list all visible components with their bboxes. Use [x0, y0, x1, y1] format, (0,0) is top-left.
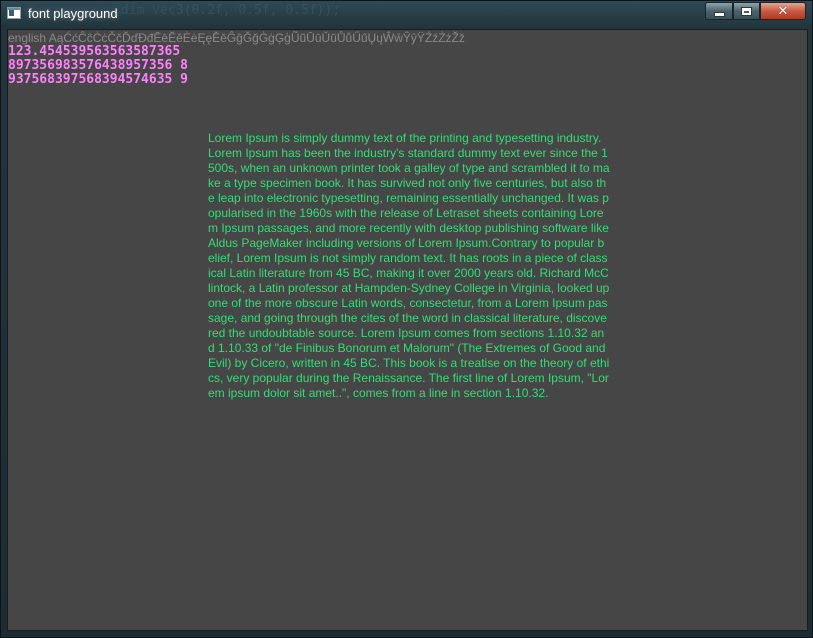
window-title: font playground: [28, 6, 118, 21]
maximize-icon: [741, 6, 752, 16]
background-code-text: dim vec3(0.2f, 0.5f, 0.5f));: [121, 3, 341, 18]
close-icon: ✕: [777, 3, 789, 19]
close-button[interactable]: ✕: [760, 2, 806, 20]
maximize-button[interactable]: [733, 2, 760, 20]
number-line-1: 123.454539563563587365: [8, 44, 181, 59]
window-app-icon[interactable]: [7, 7, 21, 19]
charset-sample-text: english AąĆćĈĉĊċČčĎďĐđĒēĔĕĖėĘęĚěĜĝĞğĠġĢģ…: [8, 31, 465, 45]
app-window: dim vec3(0.2f, 0.5f, 0.5f)); font playgr…: [0, 0, 813, 638]
render-canvas[interactable]: english AąĆćĈĉĊċČčĎďĐđĒēĔĕĖėĘęĚěĜĝĞğĠġĢģ…: [7, 29, 808, 631]
lorem-ipsum-paragraph: Lorem Ipsum is simply dummy text of the …: [208, 131, 610, 400]
minimize-icon: [713, 11, 725, 17]
minimize-button[interactable]: [705, 2, 733, 20]
number-line-2: 897356983576438957356 8: [8, 58, 189, 73]
title-bar[interactable]: dim vec3(0.2f, 0.5f, 0.5f)); font playgr…: [1, 1, 812, 27]
number-line-3: 937568397568394574635 9: [8, 72, 189, 87]
